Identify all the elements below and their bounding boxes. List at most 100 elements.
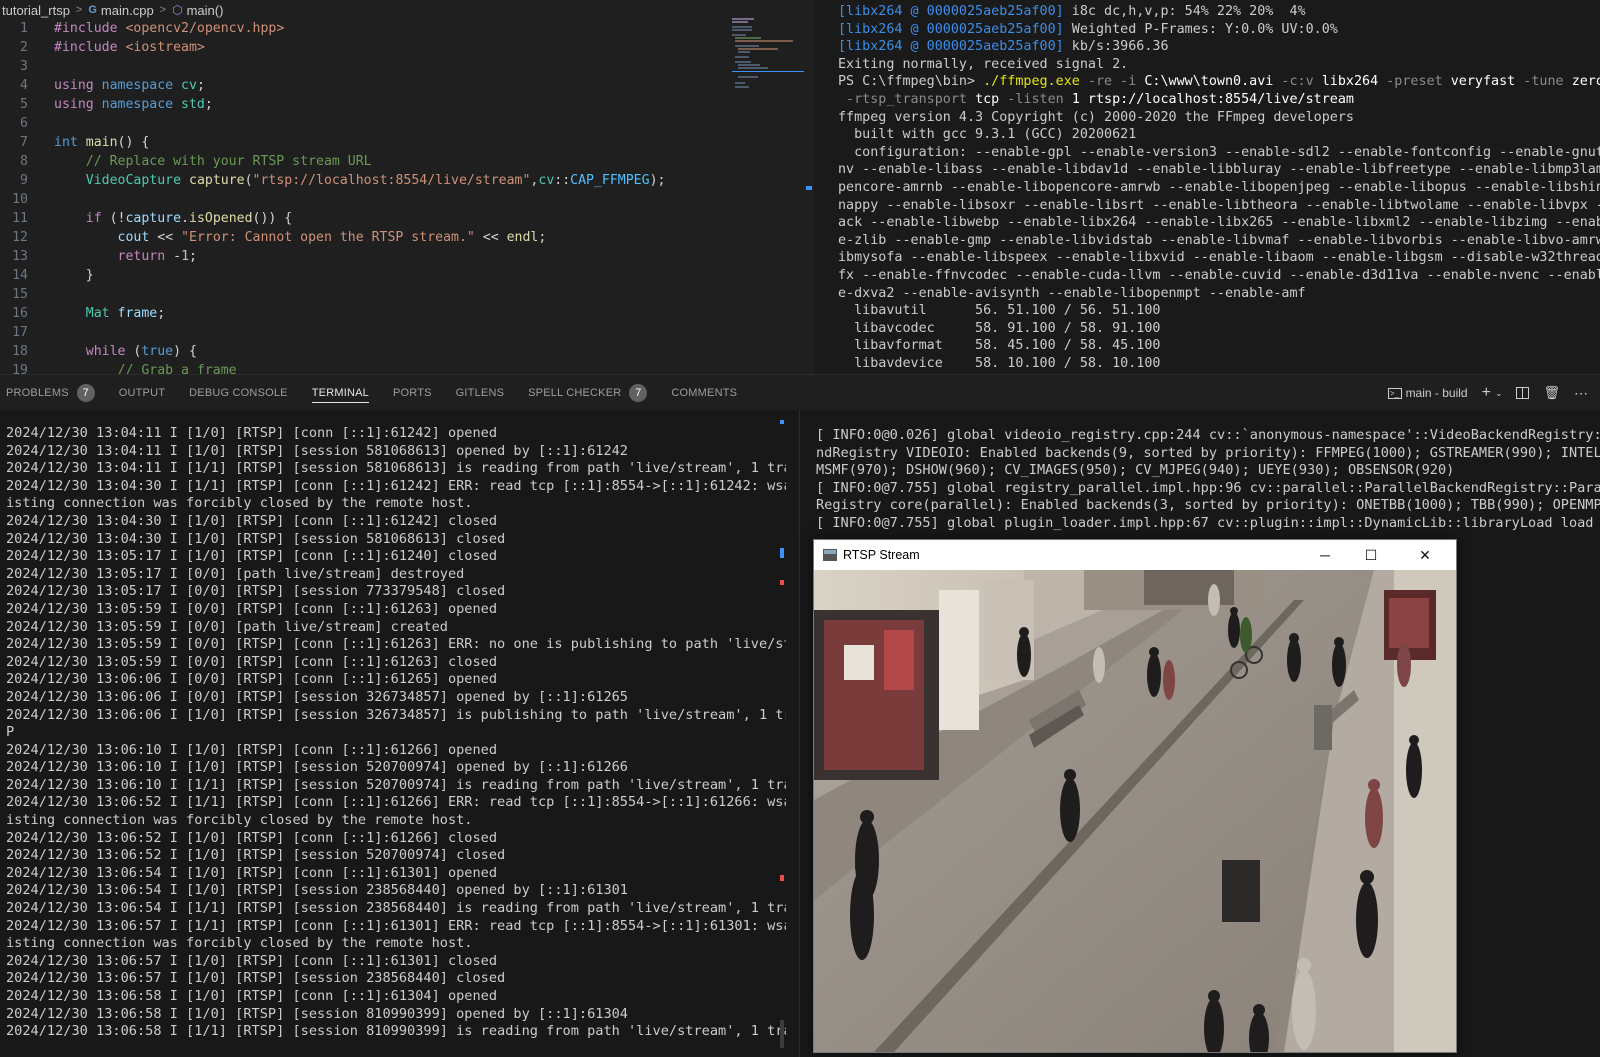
line-number: 11 xyxy=(12,211,28,226)
output-line: libavdevice 58. 10.100 / 58. 10.100 xyxy=(838,355,1161,371)
terminal-line: 2024/12/30 13:06:57 I [1/0] [RTSP] [sess… xyxy=(6,970,506,987)
breadcrumb-file[interactable]: main.cpp xyxy=(101,3,154,18)
spell-count-badge: 7 xyxy=(629,383,648,402)
line-number: 4 xyxy=(20,78,28,93)
split-terminal-icon[interactable] xyxy=(1516,387,1530,399)
cube-icon: ⬡ xyxy=(172,3,183,17)
code-line: 19 // Grab a frame xyxy=(0,361,810,374)
terminal-line: 2024/12/30 13:05:59 I [0/0] [RTSP] [conn… xyxy=(6,653,498,670)
tab-ports[interactable]: PORTS xyxy=(393,375,432,411)
output-line: [libx264 @ 0000025aeb25af00] kb/s:3966.3… xyxy=(838,39,1169,55)
line-number: 18 xyxy=(12,344,28,359)
line-number: 8 xyxy=(20,154,28,169)
terminal-line: 2024/12/30 13:06:57 I [1/0] [RTSP] [conn… xyxy=(6,952,498,969)
tab-comments[interactable]: COMMENTS xyxy=(671,375,737,411)
chevron-down-icon[interactable]: ⌄ xyxy=(1495,388,1503,399)
terminal-line: 2024/12/30 13:04:30 I [1/0] [RTSP] [sess… xyxy=(6,530,506,547)
terminal-line: 2024/12/30 13:05:17 I [0/0] [path live/s… xyxy=(6,565,465,582)
terminal-line: 2024/12/30 13:06:06 I [0/0] [RTSP] [sess… xyxy=(6,688,628,705)
tab-problems[interactable]: PROBLEMS 7 xyxy=(6,375,95,411)
terminal-line: 2024/12/30 13:05:59 I [0/0] [path live/s… xyxy=(6,618,448,635)
code-line: 10 xyxy=(0,190,810,209)
terminal-line: isting connection was forcibly closed by… xyxy=(6,495,473,512)
terminal-line: 2024/12/30 13:04:11 I [1/0] [RTSP] [sess… xyxy=(6,442,628,459)
output-line: built with gcc 9.3.1 (GCC) 20200621 xyxy=(838,127,1137,143)
code-line: 16 Mat frame; xyxy=(0,304,810,323)
terminal-line: 2024/12/30 13:05:17 I [1/0] [RTSP] [conn… xyxy=(6,548,498,565)
output-line: Exiting normally, received signal 2. xyxy=(838,56,1129,72)
tab-output[interactable]: OUTPUT xyxy=(119,375,165,411)
code-editor[interactable]: tutorial_rtsp > G main.cpp > ⬡ main() 1 #… xyxy=(0,0,814,374)
terminal-line: 2024/12/30 13:06:52 I [1/0] [RTSP] [sess… xyxy=(6,847,506,864)
terminal-line: 2024/12/30 13:04:30 I [1/1] [RTSP] [conn… xyxy=(6,477,786,494)
ffmpeg-terminal-output[interactable]: [libx264 @ 0000025aeb25af00] i8c dc,h,v,… xyxy=(814,0,1600,374)
line-number: 3 xyxy=(20,59,28,74)
terminal-line: 2024/12/30 13:06:10 I [1/0] [RTSP] [conn… xyxy=(6,741,498,758)
output-line: e-zlib --enable-gmp --enable-libvidstab … xyxy=(838,232,1600,248)
terminal-line: 2024/12/30 13:06:54 I [1/1] [RTSP] [sess… xyxy=(6,900,786,917)
code-line: 14 } xyxy=(0,266,810,285)
terminal-line: 2024/12/30 13:06:58 I [1/0] [RTSP] [conn… xyxy=(6,988,498,1004)
close-button[interactable]: ✕ xyxy=(1402,540,1448,570)
tab-gitlens[interactable]: GITLENS xyxy=(456,375,504,411)
output-line: fx --enable-ffnvcodec --enable-cuda-llvm… xyxy=(838,267,1600,283)
code-line: 15 xyxy=(0,285,810,304)
code-line: 18 while (true) { xyxy=(0,342,810,361)
output-line: libavcodec 58. 91.100 / 58. 91.100 xyxy=(838,320,1161,336)
line-number: 9 xyxy=(20,173,28,188)
line-number: 1 xyxy=(20,21,28,36)
tab-spell-checker[interactable]: SPELL CHECKER 7 xyxy=(528,375,648,411)
more-actions-icon[interactable]: ⋯ xyxy=(1574,385,1588,402)
code-line: 5 using namespace std; xyxy=(0,95,810,114)
terminal-line: ndRegistry VIDEOIO: Enabled backends(9, … xyxy=(816,444,1600,461)
line-number: 12 xyxy=(12,230,28,245)
line-number: 10 xyxy=(12,192,28,207)
line-number: 14 xyxy=(12,268,28,283)
terminal-left-scroll-markers[interactable] xyxy=(780,420,784,1057)
add-terminal-icon[interactable]: + xyxy=(1482,384,1491,402)
terminal-line: 2024/12/30 13:05:59 I [0/0] [RTSP] [conn… xyxy=(6,600,498,617)
window-title: RTSP Stream xyxy=(843,548,920,562)
app-icon xyxy=(823,549,837,561)
terminal-line: P xyxy=(6,724,15,741)
terminal-line: 2024/12/30 13:04:11 I [1/1] [RTSP] [sess… xyxy=(6,460,786,477)
command-line: -rtsp_transport tcp -listen 1 rtsp://loc… xyxy=(838,91,1354,107)
terminal-line: 2024/12/30 13:06:57 I [1/1] [RTSP] [conn… xyxy=(6,917,786,934)
command-line: PS C:\ffmpeg\bin> ./ffmpeg.exe -re -i C:… xyxy=(838,74,1600,90)
terminal-left[interactable]: 2024/12/30 13:04:11 I [1/0] [RTSP] [conn… xyxy=(0,410,786,1057)
minimap[interactable] xyxy=(732,16,804,96)
terminal-line: 2024/12/30 13:04:30 I [1/0] [RTSP] [conn… xyxy=(6,512,498,529)
output-line: [libx264 @ 0000025aeb25af00] Weighted P-… xyxy=(838,21,1338,37)
code-line: 7 int main() { xyxy=(0,133,810,152)
trash-icon[interactable]: 🗑 xyxy=(1543,385,1560,401)
terminal-line: 2024/12/30 13:06:06 I [0/0] [RTSP] [conn… xyxy=(6,671,498,688)
output-line: configuration: --enable-gpl --enable-ver… xyxy=(838,144,1600,160)
editor-scroll-marker xyxy=(806,186,812,190)
breadcrumb: tutorial_rtsp > G main.cpp > ⬡ main() xyxy=(0,0,730,20)
terminal-split-divider[interactable] xyxy=(786,410,814,1057)
line-number: 17 xyxy=(12,325,28,340)
window-title-bar[interactable]: RTSP Stream ─ ☐ ✕ xyxy=(814,540,1456,570)
rtsp-stream-window[interactable]: RTSP Stream ─ ☐ ✕ xyxy=(813,539,1457,1053)
code-area[interactable]: 1 #include <opencv2/opencv.hpp> 2 #include… xyxy=(0,19,810,374)
breadcrumb-folder[interactable]: tutorial_rtsp xyxy=(2,3,70,18)
terminal-line: isting connection was forcibly closed by… xyxy=(6,812,473,829)
terminal-selector[interactable]: >_ main - build xyxy=(1387,386,1468,400)
breadcrumb-symbol[interactable]: main() xyxy=(187,3,224,18)
terminal-line: 2024/12/30 13:06:52 I [1/1] [RTSP] [conn… xyxy=(6,794,786,811)
terminal-line: [ INFO:0@7.755] global plugin_loader.imp… xyxy=(816,514,1594,531)
maximize-button[interactable]: ☐ xyxy=(1348,540,1394,570)
terminal-line: MSMF(970); DSHOW(960); CV_IMAGES(950); C… xyxy=(816,462,1455,479)
output-line: nappy --enable-libsoxr --enable-libsrt -… xyxy=(838,197,1600,213)
line-number: 2 xyxy=(20,40,28,55)
terminal-icon: >_ xyxy=(1387,387,1402,399)
output-line: libavutil 56. 51.100 / 56. 51.100 xyxy=(838,303,1161,319)
code-line: 3 xyxy=(0,57,810,76)
tab-debug-console[interactable]: DEBUG CONSOLE xyxy=(189,375,288,411)
line-number: 5 xyxy=(20,97,28,112)
minimize-button[interactable]: ─ xyxy=(1302,540,1348,570)
terminal-line: isting connection was forcibly closed by… xyxy=(6,935,473,952)
output-line: ibmysofa --enable-libspeex --enable-libx… xyxy=(838,250,1600,266)
tab-terminal[interactable]: TERMINAL xyxy=(311,375,370,411)
line-number: 15 xyxy=(12,287,28,302)
